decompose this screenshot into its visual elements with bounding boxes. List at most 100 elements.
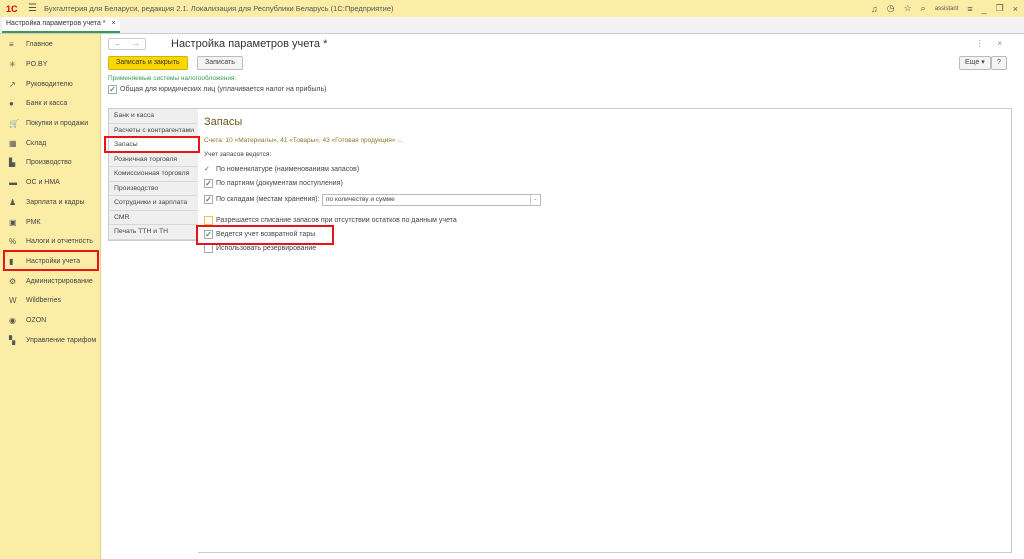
sidebar-icon: ≡ <box>9 40 14 50</box>
checkbox[interactable]: ✓ <box>204 195 213 204</box>
warehouse-mode-select[interactable]: по количеству и сумме - <box>322 194 541 206</box>
menu-icon[interactable]: ☰ <box>28 3 44 14</box>
sidebar-item[interactable]: ↗ Руководителю <box>0 74 100 94</box>
sidebar-icon: ▦ <box>9 138 17 148</box>
stock-panel: Запасы Счета: 10 «Материалы», 41 «Товары… <box>198 108 1012 553</box>
sidebar-item[interactable]: ▬ ОС и НМА <box>0 173 100 193</box>
by-batches-checkbox[interactable]: ✓ По партиям (документам поступления) <box>204 179 343 188</box>
by-batches-label: По партиям (документам поступления) <box>216 180 343 187</box>
sidebar-item-label: Администрирование <box>26 277 93 285</box>
sidebar-icon: ▙ <box>9 158 16 168</box>
sidebar-item-label: OZON <box>26 316 47 324</box>
more-button[interactable]: Еще ▾ <box>959 56 991 70</box>
section-tab[interactable]: Банк и касса <box>109 109 198 124</box>
sidebar-item-label: Склад <box>26 139 47 147</box>
sidebar-icon: W <box>9 296 17 306</box>
sidebar: ≡ Главное ✳ PO.BY ↗ Руководителю ● Банк и касса… <box>0 34 101 559</box>
history-icon[interactable]: ◷ <box>887 3 895 14</box>
sidebar-item[interactable]: W Wildberries <box>0 291 100 311</box>
section-tab[interactable]: Сотрудники и зарплата <box>109 196 198 211</box>
checkbox[interactable]: ✓ <box>204 179 213 188</box>
restore-icon[interactable]: ❐ <box>996 3 1004 14</box>
sidebar-item[interactable]: % Налоги и отчетность <box>0 232 100 252</box>
sidebar-item[interactable]: ◉ OZON <box>0 311 100 331</box>
back-button[interactable]: ← <box>109 39 127 49</box>
sidebar-icon: ▬ <box>9 178 17 188</box>
sidebar-item-label: ОС и НМА <box>26 179 60 187</box>
tab-settings[interactable]: Настройка параметров учета * × <box>2 17 120 33</box>
search-icon[interactable]: ⌕ <box>921 3 926 14</box>
sidebar-item-label: PO.BY <box>26 61 48 69</box>
forward-button[interactable]: → <box>127 39 145 49</box>
dropdown-icon[interactable]: - <box>530 195 540 205</box>
sidebar-item[interactable]: ▙ Производство <box>0 153 100 173</box>
sidebar-item[interactable]: ⚙ Администрирование <box>0 271 100 291</box>
sidebar-item[interactable]: ● Банк и касса <box>0 94 100 114</box>
sidebar-item[interactable]: ▮ Настройки учета <box>0 252 100 272</box>
checkbox[interactable] <box>204 216 213 225</box>
sidebar-item-label: Настройки учета <box>26 257 81 265</box>
tab-bar: Настройка параметров учета * × <box>0 17 1024 34</box>
section-tab[interactable]: Производство <box>109 182 198 196</box>
section-tabs: Банк и касса Расчеты с контрагентами Запас… <box>108 108 199 241</box>
sidebar-icon: ↗ <box>9 79 16 89</box>
reservation-checkbox[interactable]: Использовать резервирование <box>204 244 316 253</box>
checkbox[interactable] <box>204 244 213 253</box>
sidebar-icon: ▚ <box>9 335 16 345</box>
stock-accounting-label: Учет запасов ведется: <box>204 151 272 158</box>
tax-option-label: Общая для юридических лиц (уплачивается … <box>120 86 327 93</box>
sidebar-item[interactable]: ▚ Управление тарифом <box>0 330 100 350</box>
sidebar-item-label: Управление тарифом <box>26 336 97 344</box>
sidebar-item-label: Руководителю <box>26 80 73 88</box>
checkbox[interactable]: ✓ <box>108 85 117 94</box>
form-close-icon[interactable]: × <box>997 39 1002 48</box>
section-title: Запасы <box>204 116 243 128</box>
sidebar-item[interactable]: ♟ Зарплата и кадры <box>0 193 100 213</box>
allow-writeoff-checkbox[interactable]: Разрешается списание запасов при отсутст… <box>204 216 457 225</box>
sidebar-item[interactable]: ▦ Склад <box>0 133 100 153</box>
sidebar-icon: ▣ <box>9 217 17 227</box>
by-warehouses-label: По складам (местам хранения): <box>216 196 320 203</box>
tax-general-checkbox[interactable]: ✓ Общая для юридических лиц (уплачивается… <box>108 85 326 94</box>
section-tab[interactable]: Печать ТТН и ТН <box>109 225 198 240</box>
by-nomenclature-label: По номенклатуре (наименованиям запасов) <box>216 165 360 173</box>
sidebar-item-label: Зарплата и кадры <box>26 198 85 206</box>
close-icon[interactable]: × <box>1013 4 1018 14</box>
section-tab[interactable]: Расчеты с контрагентами <box>109 124 198 138</box>
check-icon: ✓ <box>204 166 210 173</box>
sidebar-item[interactable]: 🛒 Покупки и продажи <box>0 114 100 134</box>
page-title: Настройка параметров учета * <box>171 38 328 50</box>
app-title: Бухгалтерия для Беларуси, редакция 2.1. … <box>44 4 394 13</box>
main-form: ← → Настройка параметров учета * ⋮ × Запис… <box>101 34 1024 559</box>
logo: 1С <box>6 3 18 14</box>
user-name[interactable]: assistant <box>935 6 959 12</box>
section-tab[interactable]: Розничная торговля <box>109 153 198 167</box>
sidebar-item-label: Производство <box>26 159 72 167</box>
title-bar: 1С ☰ Бухгалтерия для Беларуси, редакция … <box>0 0 1024 17</box>
bell-icon[interactable]: ♫ <box>871 4 878 14</box>
sidebar-icon: ● <box>9 99 14 109</box>
section-tab[interactable]: CMR <box>109 211 198 225</box>
accounts-link[interactable]: Счета: 10 «Материалы», 41 «Товары», 43 «… <box>204 137 403 144</box>
star-icon[interactable]: ☆ <box>904 3 912 14</box>
sidebar-item-label: Главное <box>26 41 53 49</box>
section-tab[interactable]: Комиссионная торговля <box>109 167 198 182</box>
returnable-container-checkbox[interactable]: ✓ Ведется учет возвратной тары <box>204 230 315 239</box>
help-button[interactable]: ? <box>991 56 1007 70</box>
settings-menu-icon[interactable]: ≡ <box>967 4 972 14</box>
checkbox[interactable]: ✓ <box>204 230 213 239</box>
sidebar-item-label: РМК <box>26 218 41 226</box>
section-tab[interactable]: Запасы <box>109 138 198 153</box>
sidebar-item[interactable]: ▣ РМК <box>0 212 100 232</box>
sidebar-item[interactable]: ✳ PO.BY <box>0 55 100 75</box>
sidebar-item-label: Wildberries <box>26 297 62 305</box>
sidebar-icon: ⚙ <box>9 276 17 286</box>
more-actions-icon[interactable]: ⋮ <box>975 39 983 48</box>
minimize-icon[interactable]: _ <box>982 4 987 14</box>
sidebar-item[interactable]: ≡ Главное <box>0 35 100 55</box>
by-warehouses-checkbox[interactable]: ✓ По складам (местам хранения): <box>204 195 319 204</box>
tab-close-icon[interactable]: × <box>112 20 116 28</box>
save-button[interactable]: Записать <box>197 56 243 70</box>
sidebar-icon: ▮ <box>9 256 14 266</box>
save-close-button[interactable]: Записать и закрыть <box>108 56 188 70</box>
